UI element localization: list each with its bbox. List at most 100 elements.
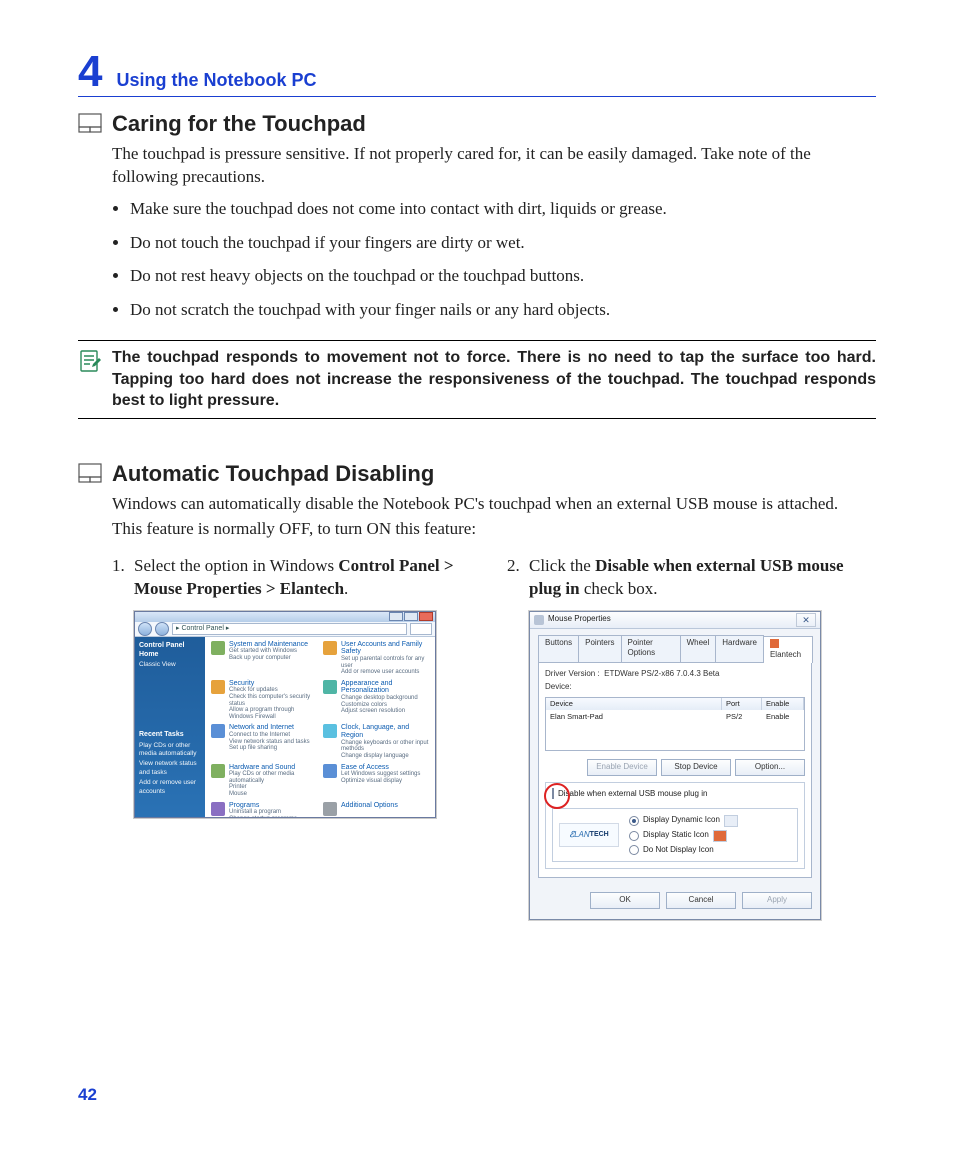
cp-item-title: Security — [229, 680, 317, 688]
tab-pointers[interactable]: Pointers — [578, 635, 621, 663]
breadcrumb: ▸ Control Panel ▸ — [176, 624, 229, 633]
step1-tail: . — [344, 579, 348, 598]
cp-item-sub: Uninstall a program — [229, 809, 297, 816]
elantech-logo: ℰLANTECH — [559, 823, 619, 847]
td-device: Elan Smart-Pad — [546, 710, 722, 724]
section-heading-auto-disable: Automatic Touchpad Disabling — [112, 461, 876, 487]
step2-lead: Click the — [529, 556, 595, 575]
radio-label: Display Static Icon — [643, 830, 709, 841]
window-titlebar — [135, 612, 435, 622]
cp-item-sub: Mouse — [229, 791, 317, 798]
tab-hardware[interactable]: Hardware — [715, 635, 764, 663]
dynamic-icon-swatch — [724, 815, 738, 827]
cp-item-appearance[interactable]: Appearance and PersonalizationChange des… — [323, 680, 429, 721]
recent-tasks-header: Recent Tasks — [139, 730, 201, 739]
radio-dynamic-icon[interactable] — [629, 816, 639, 826]
cp-item-sub: Connect to the Internet — [229, 732, 310, 739]
tab-pointer-options[interactable]: Pointer Options — [621, 635, 681, 663]
nav-back-button[interactable] — [138, 622, 152, 636]
cp-item-sub: Check this computer's security status — [229, 694, 317, 707]
cp-item-sub: View network status and tasks — [229, 739, 310, 746]
section1-intro: The touchpad is pressure sensitive. If n… — [112, 143, 876, 189]
recent-task[interactable]: Add or remove user accounts — [139, 779, 201, 797]
recent-task[interactable]: Play CDs or other media automatically — [139, 742, 201, 760]
screenshot-mouse-properties: Mouse Properties ✕ Buttons Pointers Poin… — [529, 611, 821, 921]
cp-item-title: Hardware and Sound — [229, 764, 317, 772]
disable-usb-checkbox[interactable] — [552, 788, 554, 799]
section2-para2: This feature is normally OFF, to turn ON… — [112, 518, 876, 541]
dialog-close-button[interactable]: ✕ — [796, 613, 816, 627]
tab-wheel[interactable]: Wheel — [680, 635, 717, 663]
option-button[interactable]: Option... — [735, 759, 805, 776]
cp-item-clock[interactable]: Clock, Language, and RegionChange keyboa… — [323, 724, 429, 759]
tab-elantech[interactable]: Elantech — [763, 636, 813, 664]
cp-item-sub: Change keyboards or other input methods — [341, 740, 429, 753]
radio-no-icon[interactable] — [629, 845, 639, 855]
maximize-button[interactable] — [404, 612, 418, 621]
recent-task[interactable]: View network status and tasks — [139, 760, 201, 778]
cp-item-system[interactable]: System and MaintenanceGet started with W… — [211, 641, 317, 676]
driver-version-value: ETDWare PS/2-x86 7.0.4.3 Beta — [604, 669, 719, 678]
mouse-icon — [534, 615, 544, 625]
step-2: Click the Disable when external USB mous… — [507, 555, 876, 921]
stop-device-button[interactable]: Stop Device — [661, 759, 731, 776]
cp-item-hardware[interactable]: Hardware and SoundPlay CDs or other medi… — [211, 764, 317, 798]
cp-item-additional[interactable]: Additional Options — [323, 802, 429, 817]
radio-static-icon[interactable] — [629, 831, 639, 841]
th-port: Port — [722, 698, 762, 710]
cp-item-title: System and Maintenance — [229, 641, 308, 649]
cp-item-users[interactable]: User Accounts and Family SafetySet up pa… — [323, 641, 429, 676]
list-item: Do not touch the touchpad if your finger… — [130, 231, 876, 255]
minimize-button[interactable] — [389, 612, 403, 621]
search-box[interactable] — [410, 623, 432, 635]
cp-item-title: Ease of Access — [341, 764, 420, 772]
td-enable: Enable — [762, 710, 804, 724]
th-device: Device — [546, 698, 722, 710]
cancel-button[interactable]: Cancel — [666, 892, 736, 909]
ok-button[interactable]: OK — [590, 892, 660, 909]
cp-item-title: Clock, Language, and Region — [341, 724, 429, 739]
step2-tail: check box. — [580, 579, 658, 598]
note-callout: The touchpad responds to movement not to… — [78, 340, 876, 419]
static-icon-swatch — [713, 830, 727, 842]
cp-item-sub: Adjust screen resolution — [341, 708, 429, 715]
sidebar: Control Panel Home Classic View Recent T… — [135, 637, 205, 817]
cp-item-sub: Change desktop background — [341, 695, 429, 702]
enable-device-button[interactable]: Enable Device — [587, 759, 657, 776]
cp-item-sub: Add or remove user accounts — [341, 669, 429, 676]
close-button[interactable] — [419, 612, 433, 621]
note-icon — [78, 349, 104, 412]
cp-item-sub: Change display language — [341, 753, 429, 760]
logo-sup: TECH — [590, 830, 609, 839]
cp-item-sub: Let Windows suggest settings — [341, 771, 420, 778]
cp-item-title: Additional Options — [341, 802, 398, 810]
page-number: 42 — [78, 1085, 97, 1105]
section2-para1: Windows can automatically disable the No… — [112, 493, 876, 516]
touchpad-icon — [78, 113, 102, 133]
cp-item-security[interactable]: SecurityCheck for updatesCheck this comp… — [211, 680, 317, 721]
precautions-list: Make sure the touchpad does not come int… — [112, 197, 876, 322]
th-enable: Enable — [762, 698, 804, 710]
chapter-title: Using the Notebook PC — [116, 70, 316, 91]
td-port: PS/2 — [722, 710, 762, 724]
tab-buttons[interactable]: Buttons — [538, 635, 579, 663]
driver-version-label: Driver Version : — [545, 669, 600, 678]
list-item: Do not scratch the touchpad with your fi… — [130, 298, 876, 322]
radio-label: Display Dynamic Icon — [643, 815, 720, 826]
screenshot-control-panel: ▸ Control Panel ▸ Control Panel Home Cla… — [134, 611, 436, 818]
nav-forward-button[interactable] — [155, 622, 169, 636]
cp-item-network[interactable]: Network and InternetConnect to the Inter… — [211, 724, 317, 759]
sidebar-link-classic[interactable]: Classic View — [139, 661, 201, 670]
sidebar-header: Control Panel Home — [139, 641, 201, 660]
cp-item-title: Programs — [229, 802, 297, 810]
table-row[interactable]: Elan Smart-Pad PS/2 Enable — [546, 710, 804, 724]
device-label: Device: — [545, 682, 805, 693]
disable-usb-label: Disable when external USB mouse plug in — [558, 789, 707, 800]
cp-item-sub: Change startup programs — [229, 816, 297, 817]
cp-item-programs[interactable]: ProgramsUninstall a programChange startu… — [211, 802, 317, 817]
cp-item-sub: Back up your computer — [229, 655, 308, 662]
cp-item-ease[interactable]: Ease of AccessLet Windows suggest settin… — [323, 764, 429, 798]
apply-button[interactable]: Apply — [742, 892, 812, 909]
address-bar[interactable]: ▸ Control Panel ▸ — [172, 623, 407, 635]
cp-item-sub: Customize colors — [341, 702, 429, 709]
